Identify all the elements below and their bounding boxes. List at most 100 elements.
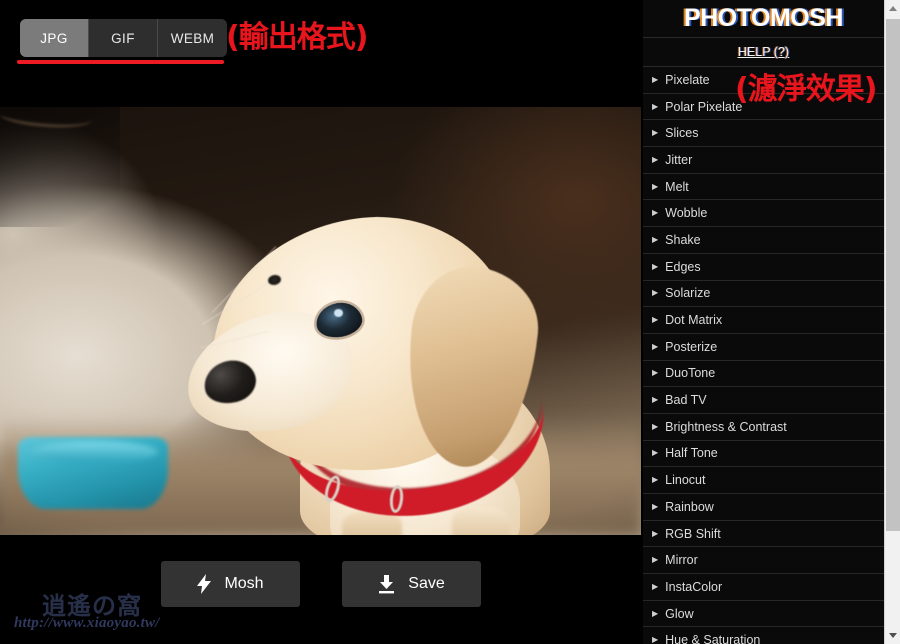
- panel-logo-wrap: PHOTOMOSH: [643, 0, 884, 38]
- save-button[interactable]: Save: [342, 561, 481, 607]
- download-icon: [378, 574, 395, 594]
- effect-label: Half Tone: [665, 446, 718, 461]
- effect-label: Pixelate: [665, 72, 710, 87]
- format-tab-jpg-label: JPG: [40, 30, 68, 46]
- chevron-right-icon: ▶: [652, 581, 659, 591]
- effect-item-linocut[interactable]: ▶ Linocut: [643, 467, 884, 494]
- effect-label: Mirror: [665, 553, 698, 568]
- effect-label: Shake: [665, 232, 701, 247]
- effect-item-shake[interactable]: ▶ Shake: [643, 227, 884, 254]
- effect-label: DuoTone: [665, 366, 716, 381]
- scrollbar-up-arrow[interactable]: [885, 0, 900, 17]
- effect-item-wobble[interactable]: ▶ Wobble: [643, 200, 884, 228]
- triangle-down-icon: [889, 633, 897, 638]
- chevron-right-icon: ▶: [652, 635, 659, 644]
- format-tab-gif-label: GIF: [111, 30, 135, 46]
- chevron-right-icon: ▶: [652, 395, 659, 405]
- effect-label: Dot Matrix: [665, 313, 723, 328]
- effect-item-melt[interactable]: ▶ Melt: [643, 174, 884, 201]
- effect-item-duotone[interactable]: ▶ DuoTone: [643, 361, 884, 388]
- effects-panel: PHOTOMOSH HELP (?) ▶ Pixelate ▶ Polar Pi…: [641, 0, 884, 644]
- effect-item-mirror[interactable]: ▶ Mirror: [643, 547, 884, 575]
- photomosh-logo: PHOTOMOSH: [684, 4, 843, 32]
- effect-item-brightness-contrast[interactable]: ▶ Brightness & Contrast: [643, 414, 884, 441]
- effect-item-solarize[interactable]: ▶ Solarize: [643, 281, 884, 308]
- photo-canvas: [0, 107, 641, 535]
- chevron-right-icon: ▶: [652, 208, 659, 218]
- page-scrollbar[interactable]: [884, 0, 900, 644]
- effect-label: Wobble: [665, 206, 708, 221]
- help-link[interactable]: HELP (?): [738, 45, 789, 59]
- effect-item-pixelate[interactable]: ▶ Pixelate: [643, 67, 884, 94]
- chevron-right-icon: ▶: [652, 448, 659, 458]
- effect-item-polar-pixelate[interactable]: ▶ Polar Pixelate: [643, 94, 884, 121]
- effect-item-bad-tv[interactable]: ▶ Bad TV: [643, 387, 884, 414]
- effect-label: Slices: [665, 126, 699, 141]
- effect-label: InstaColor: [665, 579, 723, 594]
- save-button-label: Save: [408, 575, 445, 592]
- photo-blue-bowl-rim: [30, 441, 158, 463]
- chevron-right-icon: ▶: [652, 475, 659, 485]
- effect-label: Glow: [665, 606, 694, 621]
- effect-label: Solarize: [665, 286, 711, 301]
- scrollbar-thumb[interactable]: [886, 19, 900, 531]
- effect-item-dot-matrix[interactable]: ▶ Dot Matrix: [643, 307, 884, 334]
- effect-label: Jitter: [665, 152, 693, 167]
- lightning-bolt-icon: [197, 574, 212, 594]
- help-row: HELP (?): [643, 38, 884, 67]
- mosh-button-label: Mosh: [224, 575, 264, 592]
- effect-item-jitter[interactable]: ▶ Jitter: [643, 147, 884, 174]
- photo-preview-stage[interactable]: [0, 107, 641, 535]
- effect-label: Brightness & Contrast: [665, 419, 787, 434]
- effect-item-instacolor[interactable]: ▶ InstaColor: [643, 574, 884, 601]
- format-tab-jpg[interactable]: JPG: [20, 19, 89, 57]
- format-annotation-underline: [17, 60, 224, 64]
- annotation-output-format: (輸出格式): [226, 20, 368, 55]
- effect-item-hue-saturation[interactable]: ▶ Hue & Saturation: [643, 627, 884, 644]
- effect-label: Rainbow: [665, 499, 714, 514]
- triangle-up-icon: [889, 6, 897, 11]
- chevron-right-icon: ▶: [652, 288, 659, 298]
- effect-label: Linocut: [665, 473, 706, 488]
- chevron-right-icon: ▶: [652, 181, 659, 191]
- effect-item-posterize[interactable]: ▶ Posterize: [643, 334, 884, 361]
- photo-puppy-leg-right: [452, 507, 510, 535]
- chevron-right-icon: ▶: [652, 528, 659, 538]
- photo-puppy-eye-highlight: [334, 309, 343, 317]
- format-tab-webm[interactable]: WEBM: [158, 19, 227, 57]
- effect-label: Polar Pixelate: [665, 99, 743, 114]
- effect-label: Melt: [665, 179, 689, 194]
- effect-label: Hue & Saturation: [665, 633, 761, 644]
- format-tab-gif[interactable]: GIF: [89, 19, 158, 57]
- effect-label: Posterize: [665, 339, 718, 354]
- chevron-right-icon: ▶: [652, 608, 659, 618]
- chevron-right-icon: ▶: [652, 501, 659, 511]
- chevron-right-icon: ▶: [652, 154, 659, 164]
- format-tab-group: JPG GIF WEBM: [20, 19, 227, 57]
- main-column: JPG GIF WEBM (輸出格式) Mosh Save 逍遙の窩 http:…: [0, 0, 641, 644]
- mosh-button[interactable]: Mosh: [161, 561, 300, 607]
- chevron-right-icon: ▶: [652, 421, 659, 431]
- effect-item-rgb-shift[interactable]: ▶ RGB Shift: [643, 521, 884, 548]
- effect-label: RGB Shift: [665, 526, 721, 541]
- chevron-right-icon: ▶: [652, 315, 659, 325]
- chevron-right-icon: ▶: [652, 234, 659, 244]
- photomosh-app: JPG GIF WEBM (輸出格式) Mosh Save 逍遙の窩 http:…: [0, 0, 900, 644]
- effect-label: Bad TV: [665, 393, 707, 408]
- format-toolbar: JPG GIF WEBM (輸出格式): [0, 0, 641, 86]
- effect-item-rainbow[interactable]: ▶ Rainbow: [643, 494, 884, 521]
- effect-item-edges[interactable]: ▶ Edges: [643, 254, 884, 281]
- chevron-right-icon: ▶: [652, 128, 659, 138]
- format-tab-webm-label: WEBM: [170, 30, 215, 46]
- chevron-right-icon: ▶: [652, 341, 659, 351]
- chevron-right-icon: ▶: [652, 368, 659, 378]
- chevron-right-icon: ▶: [652, 261, 659, 271]
- action-bar: Mosh Save: [0, 535, 641, 644]
- effect-label: Edges: [665, 259, 701, 274]
- effect-item-glow[interactable]: ▶ Glow: [643, 601, 884, 628]
- chevron-right-icon: ▶: [652, 555, 659, 565]
- effect-item-slices[interactable]: ▶ Slices: [643, 120, 884, 148]
- effect-item-half-tone[interactable]: ▶ Half Tone: [643, 441, 884, 468]
- scrollbar-down-arrow[interactable]: [885, 627, 900, 644]
- chevron-right-icon: ▶: [652, 101, 659, 111]
